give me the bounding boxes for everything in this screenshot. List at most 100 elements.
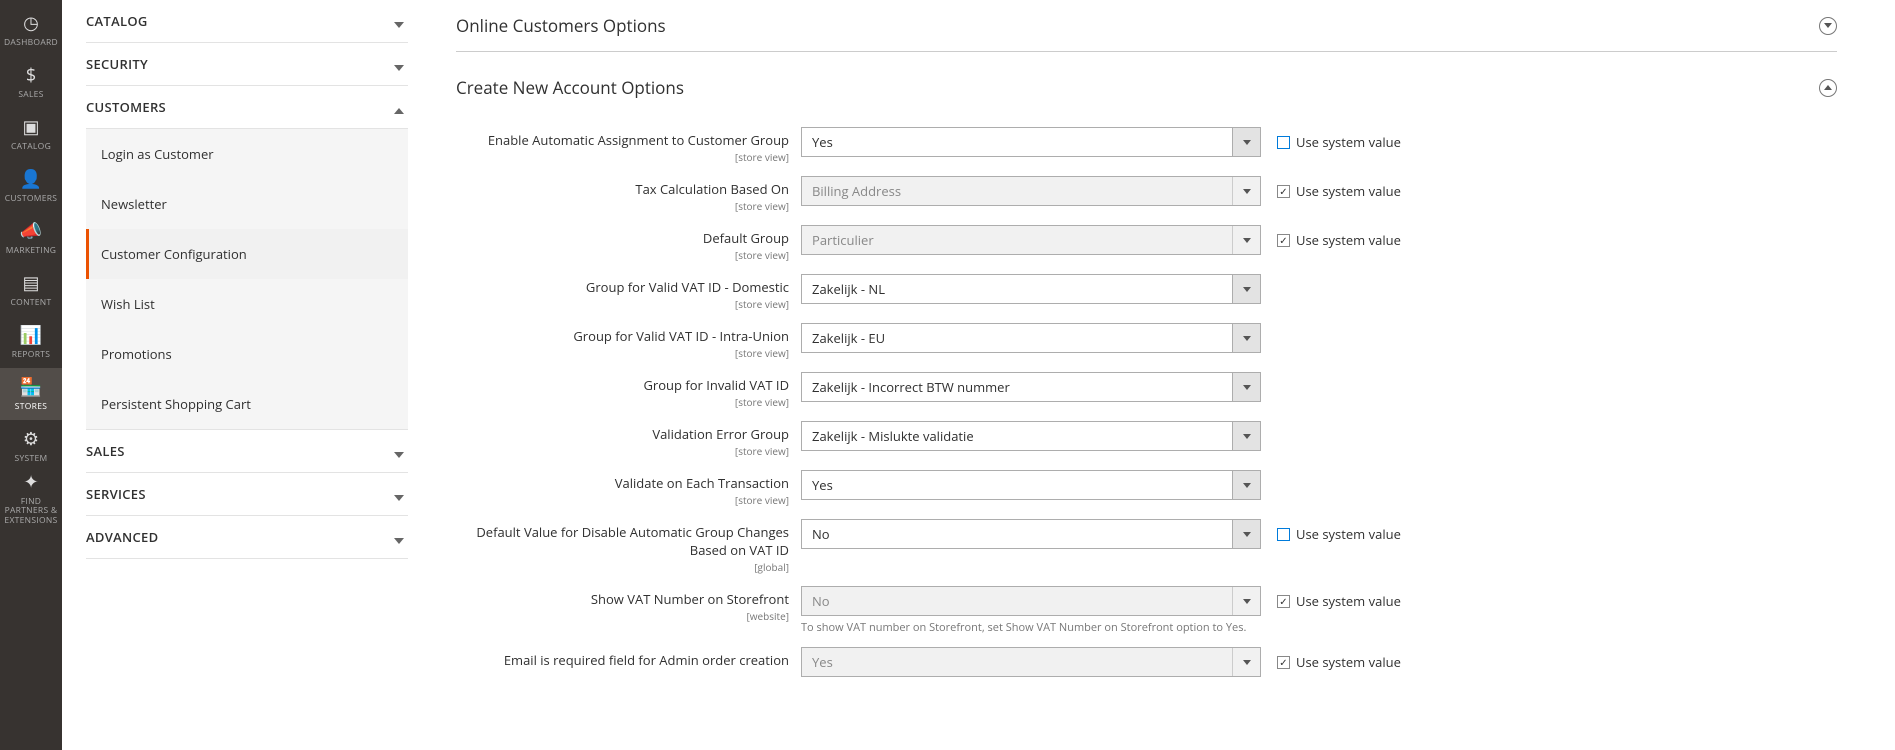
use-system-label: Use system value <box>1296 653 1401 671</box>
sidebar-item-promotions[interactable]: Promotions <box>86 329 408 379</box>
nav-item-stores[interactable]: 🏪STORES <box>0 368 62 420</box>
section-online-customers[interactable]: Online Customers Options <box>456 0 1837 52</box>
row-disable-auto-vat: Default Value for Disable Automatic Grou… <box>456 513 1837 580</box>
email-required-select: Yes <box>801 647 1261 677</box>
create-account-fields: Enable Automatic Assignment to Customer … <box>456 121 1837 683</box>
use-system-label: Use system value <box>1296 525 1401 543</box>
nav-item-system[interactable]: ⚙SYSTEM <box>0 420 62 472</box>
sidebar-section-label: CUSTOMERS <box>86 98 166 116</box>
scope-label: [store view] <box>456 444 789 458</box>
nav-item-content[interactable]: ▤CONTENT <box>0 264 62 316</box>
sidebar-section-services[interactable]: SERVICES <box>86 473 408 515</box>
use-system-label: Use system value <box>1296 592 1401 610</box>
validation-err-select[interactable]: Zakelijk - Mislukte validatie <box>801 421 1261 451</box>
use-system-label: Use system value <box>1296 231 1401 249</box>
row-show-vat: Show VAT Number on Storefront[website] N… <box>456 580 1837 641</box>
config-main: Online Customers Options Create New Acco… <box>432 0 1895 723</box>
scope-label: [store view] <box>456 346 789 360</box>
row-valid-intra: Group for Valid VAT ID - Intra-Union[sto… <box>456 317 1837 366</box>
disable-auto-vat-select[interactable]: No <box>801 519 1261 549</box>
sidebar-item-persistent-shopping-cart[interactable]: Persistent Shopping Cart <box>86 379 408 429</box>
sidebar-section-customers[interactable]: CUSTOMERS <box>86 86 408 128</box>
sidebar-item-customer-configuration[interactable]: Customer Configuration <box>86 229 408 279</box>
chevron-down-icon <box>394 530 408 544</box>
scope-label: [store view] <box>456 297 789 311</box>
nav-label: CUSTOMERS <box>5 194 57 203</box>
field-note: To show VAT number on Storefront, set Sh… <box>801 620 1261 635</box>
chevron-down-icon <box>1232 177 1260 205</box>
validate-each-select[interactable]: Yes <box>801 470 1261 500</box>
chevron-down-icon <box>394 487 408 501</box>
use-system-label: Use system value <box>1296 133 1401 151</box>
sidebar-item-newsletter[interactable]: Newsletter <box>86 179 408 229</box>
show-vat-select: No <box>801 586 1261 616</box>
admin-nav: ◷DASHBOARD $ SALES ▣CATALOG👤CUSTOMERS📣MARKE… <box>0 0 62 750</box>
nav-item-customers[interactable]: 👤CUSTOMERS <box>0 160 62 212</box>
chevron-down-icon <box>1232 587 1260 615</box>
use-system-checkbox[interactable]: ✓ <box>1277 234 1290 247</box>
section-title: Create New Account Options <box>456 76 684 99</box>
sidebar-section-security[interactable]: SECURITY <box>86 43 408 85</box>
field-label: Show VAT Number on Storefront <box>591 590 789 608</box>
nav-item-reports[interactable]: 📊REPORTS <box>0 316 62 368</box>
nav-label: SALES <box>18 90 43 99</box>
chevron-down-icon <box>394 14 408 28</box>
field-label: Email is required field for Admin order … <box>504 651 789 669</box>
catalog-icon: ▣ <box>22 118 39 138</box>
sales-icon: $ <box>26 66 36 86</box>
field-label: Group for Invalid VAT ID <box>643 376 789 394</box>
system-icon: ⚙ <box>23 430 39 450</box>
row-validate-each: Validate on Each Transaction[store view]… <box>456 464 1837 513</box>
field-label: Default Value for Disable Automatic Grou… <box>476 523 789 559</box>
row-auto-assign: Enable Automatic Assignment to Customer … <box>456 121 1837 170</box>
use-system-label: Use system value <box>1296 182 1401 200</box>
use-system-checkbox[interactable]: ✓ <box>1277 595 1290 608</box>
chevron-up-icon <box>394 100 408 114</box>
sidebar-item-wish-list[interactable]: Wish List <box>86 279 408 329</box>
tax-calc-select: Billing Address <box>801 176 1261 206</box>
nav-label: FIND PARTNERS & EXTENSIONS <box>1 497 61 525</box>
row-default-group: Default Group[store view] Particulier ✓U… <box>456 219 1837 268</box>
use-system-checkbox[interactable] <box>1277 136 1290 149</box>
sidebar-section-label: SERVICES <box>86 485 146 503</box>
nav-label: MARKETING <box>6 246 57 255</box>
use-system-checkbox[interactable]: ✓ <box>1277 185 1290 198</box>
use-system-checkbox[interactable]: ✓ <box>1277 656 1290 669</box>
scope-label: [store view] <box>456 248 789 262</box>
sidebar-section-label: ADVANCED <box>86 528 158 546</box>
chevron-down-icon <box>1819 17 1837 35</box>
nav-item-dashboard[interactable]: ◷DASHBOARD <box>0 4 62 56</box>
chevron-down-icon <box>394 444 408 458</box>
valid-intra-select[interactable]: Zakelijk - EU <box>801 323 1261 353</box>
field-label: Validate on Each Transaction <box>615 474 789 492</box>
row-validation-err: Validation Error Group[store view] Zakel… <box>456 415 1837 464</box>
chevron-down-icon <box>1232 520 1260 548</box>
chevron-down-icon <box>1232 471 1260 499</box>
sidebar-section-advanced[interactable]: ADVANCED <box>86 516 408 558</box>
sidebar-section-sales[interactable]: SALES <box>86 430 408 472</box>
chevron-down-icon <box>1232 275 1260 303</box>
sidebar-section-catalog[interactable]: CATALOG <box>86 0 408 42</box>
scope-label: [website] <box>456 609 789 623</box>
field-label: Validation Error Group <box>652 425 789 443</box>
field-label: Tax Calculation Based On <box>635 180 789 198</box>
chevron-down-icon <box>1232 128 1260 156</box>
stores-icon: 🏪 <box>20 378 42 398</box>
chevron-down-icon <box>1232 422 1260 450</box>
nav-item-catalog[interactable]: ▣CATALOG <box>0 108 62 160</box>
scope-label: [global] <box>456 560 789 574</box>
nav-item-find-partners-extensions[interactable]: ✦FIND PARTNERS & EXTENSIONS <box>0 472 62 524</box>
section-create-account[interactable]: Create New Account Options <box>456 62 1837 113</box>
sidebar-item-login-as-customer[interactable]: Login as Customer <box>86 129 408 179</box>
chevron-up-icon <box>1819 79 1837 97</box>
nav-item-sales[interactable]: $ SALES <box>0 56 62 108</box>
sidebar-section-label: SALES <box>86 442 125 460</box>
use-system-checkbox[interactable] <box>1277 528 1290 541</box>
reports-icon: 📊 <box>20 326 42 346</box>
sidebar-section-label: CATALOG <box>86 12 148 30</box>
nav-item-marketing[interactable]: 📣MARKETING <box>0 212 62 264</box>
invalid-vat-select[interactable]: Zakelijk - Incorrect BTW nummer <box>801 372 1261 402</box>
valid-domestic-select[interactable]: Zakelijk - NL <box>801 274 1261 304</box>
sidebar-section-label: SECURITY <box>86 55 148 73</box>
auto-assign-select[interactable]: Yes <box>801 127 1261 157</box>
